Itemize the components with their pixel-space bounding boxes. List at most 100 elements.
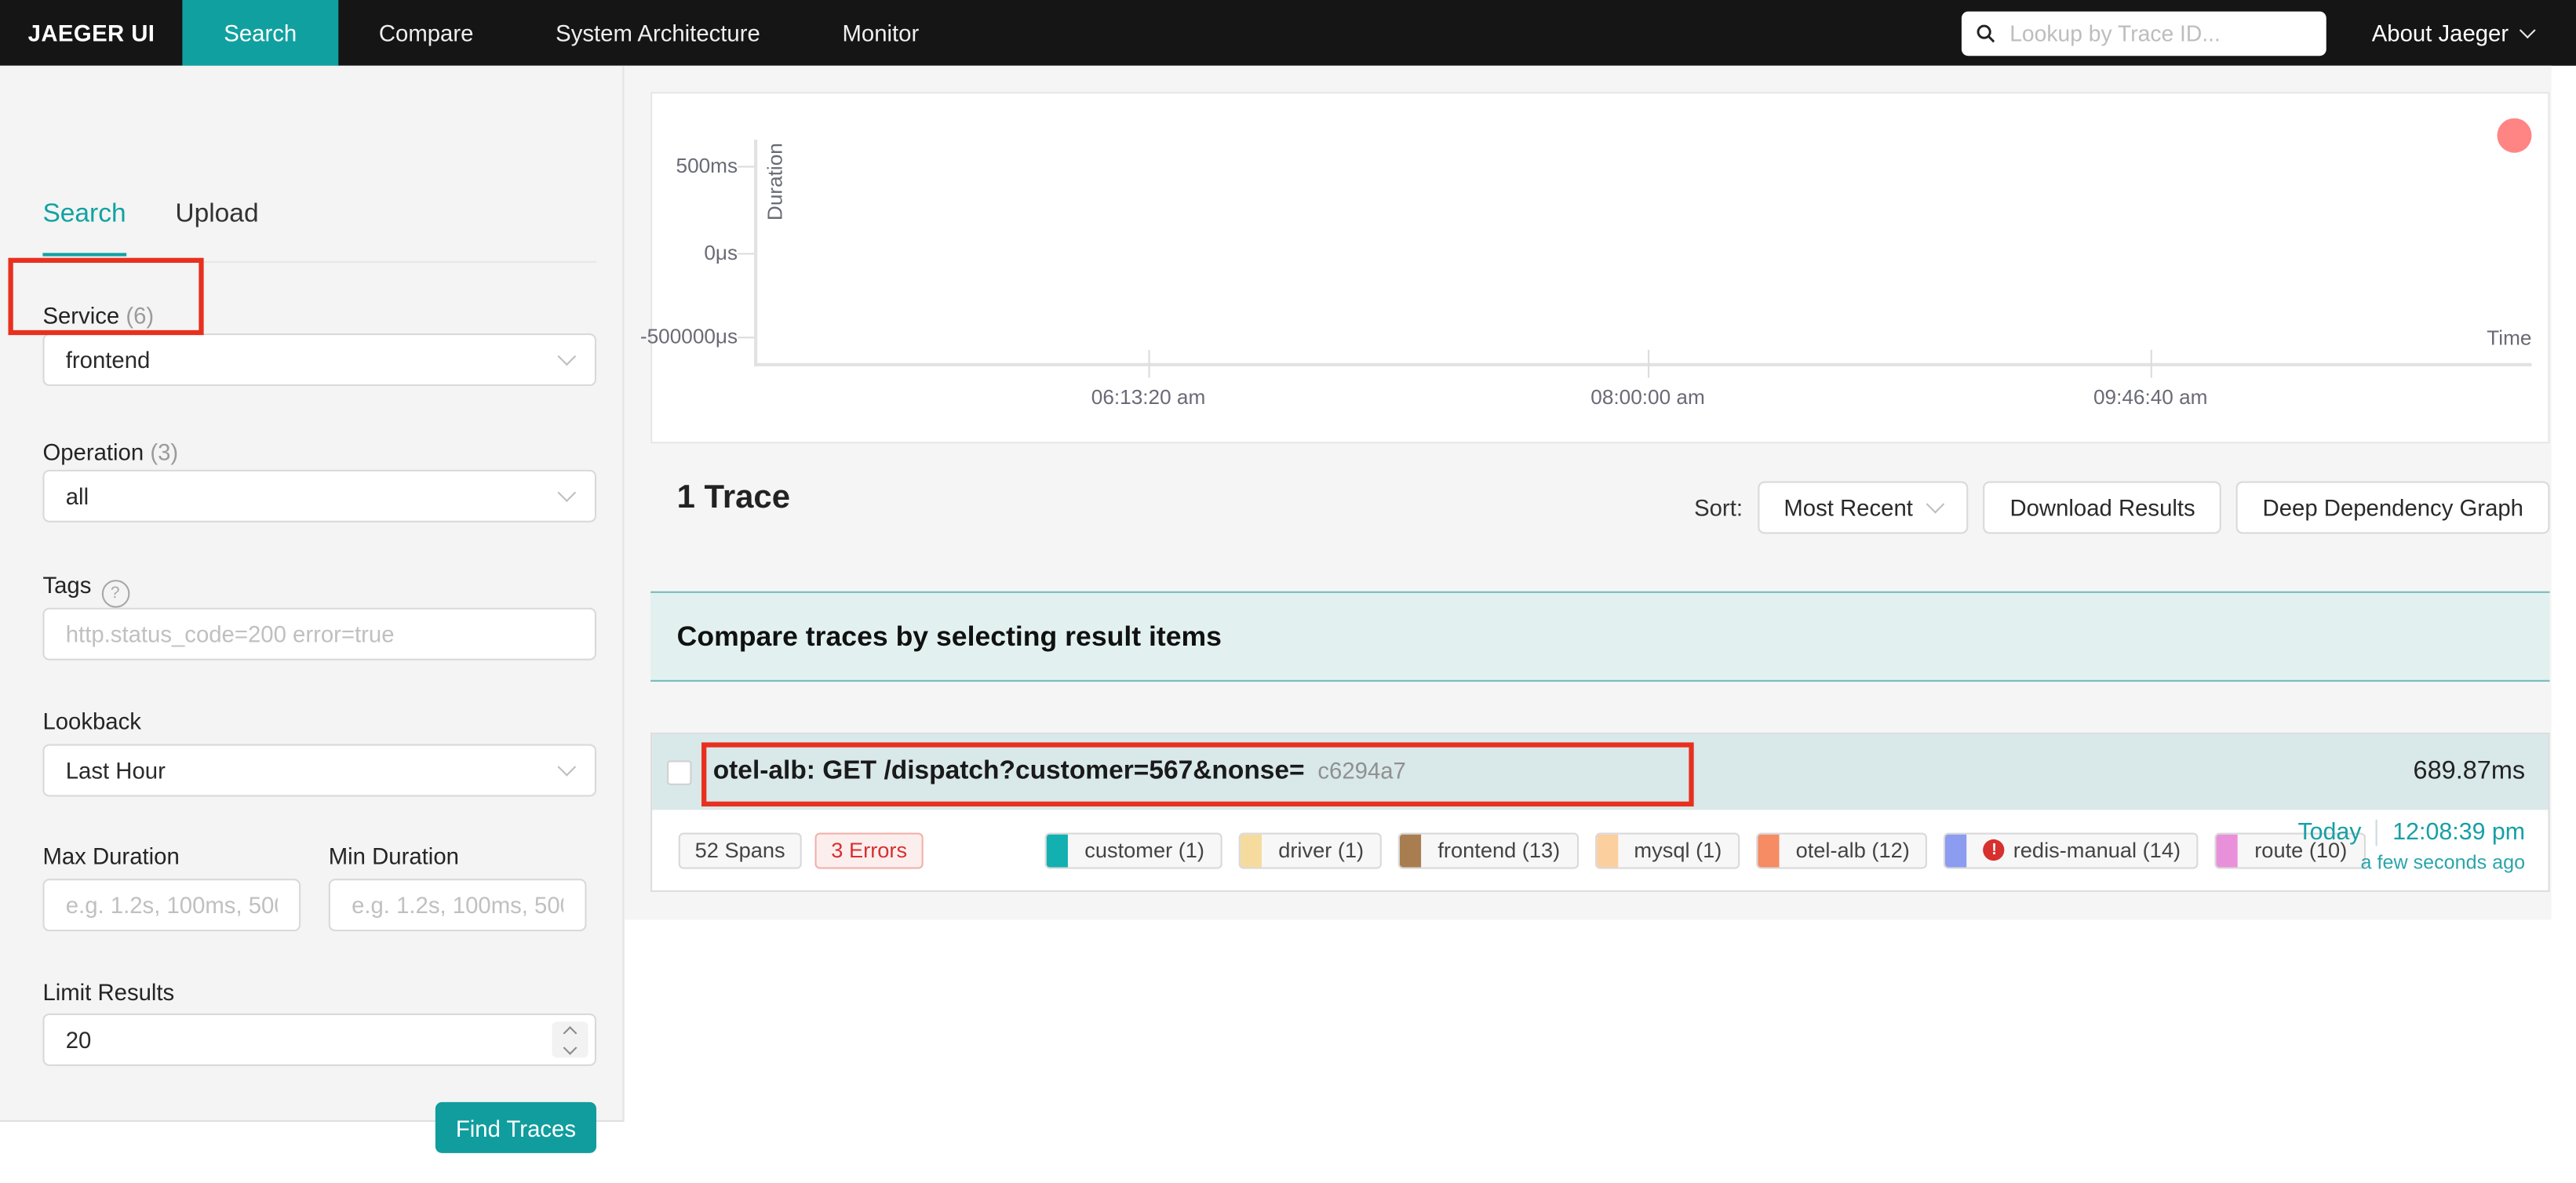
deep-dependency-graph-button[interactable]: Deep Dependency Graph [2236, 481, 2550, 534]
tags-input[interactable] [65, 621, 574, 647]
operation-count: (3) [150, 439, 179, 465]
trace-duration: 689.87ms [2413, 757, 2526, 785]
service-badge-label: frontend (13) [1437, 837, 1561, 863]
search-sidebar: Search Upload Service (6) frontend Opera… [0, 65, 625, 1153]
service-badge[interactable]: frontend (13) [1398, 832, 1579, 868]
download-results-button[interactable]: Download Results [1983, 481, 2222, 534]
trace-result-item: otel-alb: GET /dispatch?customer=567&non… [650, 732, 2550, 892]
nav-tab-system-architecture[interactable]: System Architecture [515, 0, 801, 66]
tab-search[interactable]: Search [42, 200, 126, 257]
error-icon: ! [1984, 839, 2006, 861]
service-select[interactable]: frontend [42, 333, 597, 387]
service-badge-label: mysql (1) [1634, 837, 1722, 863]
about-jaeger-label: About Jaeger [2371, 20, 2509, 46]
x-tick-label: 09:46:40 am [2093, 386, 2208, 410]
service-color-swatch [1241, 833, 1262, 867]
service-color-swatch [1596, 833, 1618, 867]
lookback-select[interactable]: Last Hour [42, 744, 597, 797]
tabs-divider [42, 260, 597, 263]
max-duration-input[interactable] [65, 891, 278, 919]
sort-select[interactable]: Most Recent [1757, 481, 1969, 534]
service-badge[interactable]: ! redis-manual (14) [1944, 832, 2199, 868]
limit-results-input[interactable] [65, 1026, 574, 1054]
trace-timestamp: Today 12:08:39 pm a few seconds ago [2297, 819, 2526, 874]
span-count-badge: 52 Spans [678, 832, 802, 868]
y-axis-title: Duration [763, 143, 787, 221]
stepper-down-icon[interactable] [563, 1039, 578, 1054]
trace-title: otel-alb: GET /dispatch?customer=567&non… [712, 757, 1406, 785]
about-jaeger-menu[interactable]: About Jaeger [2371, 20, 2536, 46]
service-badge-label: ! redis-manual (14) [1967, 834, 2197, 867]
sort-select-value: Most Recent [1784, 494, 1913, 521]
service-color-swatch [2217, 833, 2239, 867]
help-circle-icon[interactable]: ? [100, 580, 129, 608]
sidebar-tabs: Search Upload [42, 200, 259, 257]
compare-banner: Compare traces by selecting result items [650, 591, 2550, 682]
service-badge[interactable]: driver (1) [1238, 832, 1383, 868]
x-tick-label: 06:13:20 am [1091, 386, 1206, 410]
trace-lookup-box[interactable] [1961, 10, 2326, 56]
trace-lookup-input[interactable] [2006, 19, 2312, 47]
results-toolbar: Sort: Most Recent Download Results Deep … [1694, 481, 2550, 534]
y-tick-label: 500ms [676, 154, 738, 178]
min-duration-input[interactable] [352, 891, 564, 919]
nav-tab-compare[interactable]: Compare [338, 0, 515, 66]
lookback-select-value: Last Hour [65, 757, 166, 784]
service-color-swatch [1400, 833, 1422, 867]
operation-select[interactable]: all [42, 469, 597, 522]
chevron-down-icon [557, 757, 577, 777]
limit-results-label: Limit Results [42, 978, 175, 1006]
service-badge[interactable]: customer (1) [1044, 832, 1223, 868]
chevron-down-icon [1926, 494, 1946, 514]
x-tick [2150, 349, 2152, 378]
x-tick [1148, 349, 1150, 378]
tags-label: Tags? [42, 572, 129, 608]
y-tick [738, 166, 755, 168]
trace-result-header[interactable]: otel-alb: GET /dispatch?customer=567&non… [652, 733, 2549, 812]
sort-label: Sort: [1694, 494, 1743, 521]
limit-results-wrap [42, 1013, 597, 1066]
trace-date: Today [2297, 819, 2362, 846]
service-badge-label: otel-alb (12) [1795, 837, 1910, 863]
top-nav: JAEGER UI Search Compare System Architec… [0, 0, 2576, 66]
service-count: (6) [126, 302, 155, 329]
service-badge-label: customer (1) [1084, 837, 1205, 863]
compare-banner-text: Compare traces by selecting result items [676, 620, 1222, 652]
timestamp-divider [2376, 819, 2378, 846]
x-axis-title: Time [2487, 326, 2532, 350]
results-count: 1 Trace [676, 479, 790, 516]
nav-tab-search[interactable]: Search [182, 0, 338, 66]
min-duration-label: Min Duration [328, 843, 459, 869]
number-stepper[interactable] [552, 1021, 588, 1058]
service-badge[interactable]: mysql (1) [1594, 832, 1740, 868]
error-count-badge: 3 Errors [814, 832, 924, 868]
trace-relative-time: a few seconds ago [2360, 850, 2526, 874]
trace-scatter-point[interactable] [2497, 118, 2532, 153]
service-badge-label: driver (1) [1278, 837, 1365, 863]
x-axis-line [754, 362, 2532, 366]
service-color-swatch [1047, 833, 1069, 867]
nav-tab-monitor[interactable]: Monitor [801, 0, 960, 66]
duration-scatter-chart: Duration 500ms 0μs -500000μs 06:13:20 am… [640, 92, 2550, 444]
trace-time: 12:08:39 pm [2392, 819, 2526, 846]
y-tick-label: -500000μs [639, 325, 738, 348]
jaeger-ui-page: JAEGER UI Search Compare System Architec… [0, 0, 2576, 1183]
lookback-label: Lookback [42, 708, 141, 734]
tab-upload[interactable]: Upload [175, 200, 258, 256]
max-duration-wrap [42, 879, 301, 932]
service-label: Service (6) [42, 302, 155, 329]
y-tick-label: 0μs [704, 241, 738, 265]
trace-result-details: 52 Spans 3 Errors customer (1) driver (1… [652, 810, 2549, 890]
operation-label: Operation (3) [42, 439, 179, 465]
chevron-down-icon [557, 347, 577, 366]
x-tick-label: 08:00:00 am [1590, 386, 1705, 410]
stepper-up-icon[interactable] [563, 1025, 578, 1039]
trace-select-checkbox[interactable] [667, 759, 692, 784]
nav-right-group: About Jaeger [1961, 0, 2576, 66]
chevron-down-icon [557, 483, 577, 502]
search-icon [1976, 24, 1995, 42]
x-tick [1648, 349, 1650, 378]
max-duration-label: Max Duration [42, 843, 180, 869]
find-traces-button[interactable]: Find Traces [435, 1101, 597, 1153]
service-badge[interactable]: otel-alb (12) [1756, 832, 1928, 868]
